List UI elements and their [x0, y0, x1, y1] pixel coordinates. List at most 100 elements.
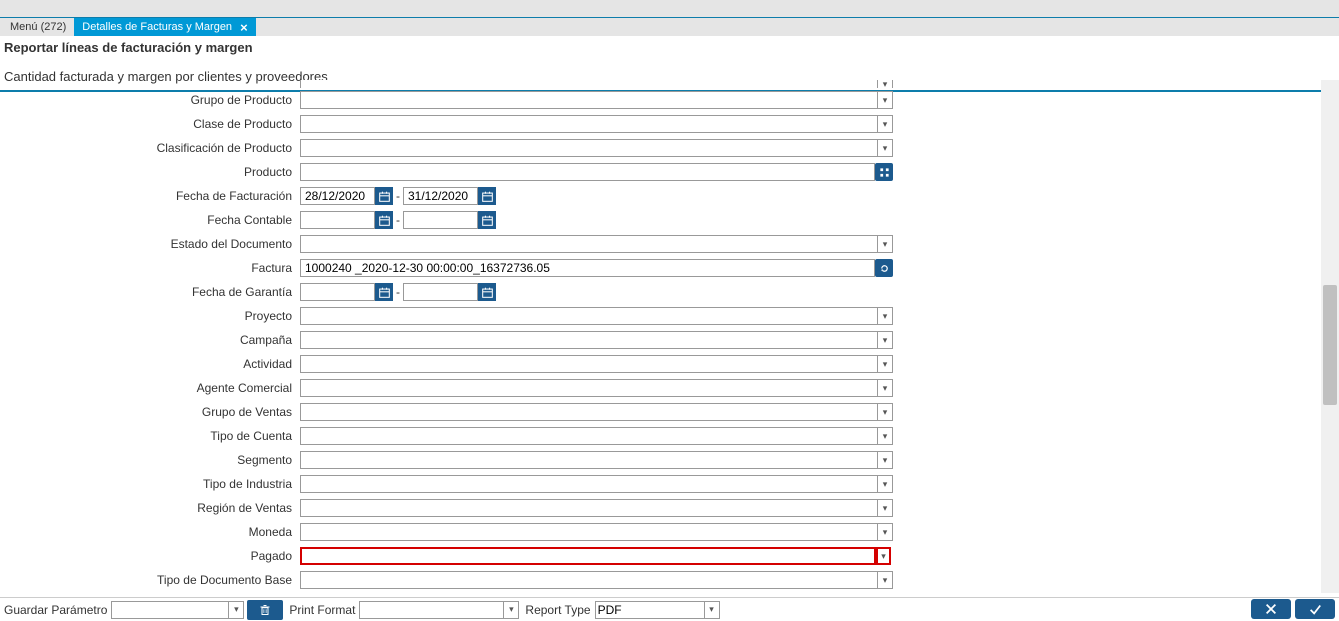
- chevron-down-icon[interactable]: ▾: [878, 91, 893, 109]
- label-campana: Campaña: [0, 333, 300, 347]
- cut-input[interactable]: [300, 80, 878, 88]
- chevron-down-icon[interactable]: ▾: [878, 80, 893, 88]
- chevron-down-icon[interactable]: ▾: [878, 427, 893, 445]
- calendar-icon[interactable]: [375, 283, 393, 301]
- row-segmento: Segmento ▾: [0, 448, 1315, 472]
- row-grupo-ventas: Grupo de Ventas ▾: [0, 400, 1315, 424]
- scroll-thumb[interactable]: [1323, 285, 1337, 405]
- label-producto: Producto: [0, 165, 300, 179]
- clase-producto-input[interactable]: [300, 115, 878, 133]
- chevron-down-icon[interactable]: ▾: [878, 451, 893, 469]
- row-fecha-facturacion: Fecha de Facturación -: [0, 184, 1315, 208]
- label-tipo-doc-base: Tipo de Documento Base: [0, 573, 300, 587]
- fecha-contable-to[interactable]: [403, 211, 478, 229]
- tab-strip: Menú (272) Detalles de Facturas y Margen…: [0, 18, 1339, 36]
- chevron-down-icon[interactable]: ▾: [878, 235, 893, 253]
- grupo-producto-input[interactable]: [300, 91, 878, 109]
- label-grupo-ventas: Grupo de Ventas: [0, 405, 300, 419]
- calendar-icon[interactable]: [478, 187, 496, 205]
- chevron-down-icon[interactable]: ▾: [878, 355, 893, 373]
- label-actividad: Actividad: [0, 357, 300, 371]
- estado-documento-input[interactable]: [300, 235, 878, 253]
- requery-icon[interactable]: [875, 259, 893, 277]
- label-fecha-contable: Fecha Contable: [0, 213, 300, 227]
- lookup-icon[interactable]: [875, 163, 893, 181]
- label-factura: Factura: [0, 261, 300, 275]
- fecha-factura-to[interactable]: [403, 187, 478, 205]
- calendar-icon[interactable]: [375, 187, 393, 205]
- chevron-down-icon[interactable]: ▾: [876, 547, 891, 565]
- close-icon[interactable]: ×: [240, 20, 248, 35]
- tab-menu[interactable]: Menú (272): [2, 18, 74, 36]
- form-area: ▾ Grupo de Producto ▾ Clase de Producto …: [0, 80, 1315, 593]
- row-factura: Factura: [0, 256, 1315, 280]
- chevron-down-icon[interactable]: ▾: [878, 331, 893, 349]
- row-region-ventas: Región de Ventas ▾: [0, 496, 1315, 520]
- row-producto: Producto: [0, 160, 1315, 184]
- row-clasificacion: Clasificación de Producto ▾: [0, 136, 1315, 160]
- trash-icon[interactable]: [247, 600, 283, 620]
- label-clase-producto: Clase de Producto: [0, 117, 300, 131]
- agente-input[interactable]: [300, 379, 878, 397]
- label-grupo-producto: Grupo de Producto: [0, 93, 300, 107]
- grupo-ventas-input[interactable]: [300, 403, 878, 421]
- fecha-garantia-from[interactable]: [300, 283, 375, 301]
- fecha-factura-from[interactable]: [300, 187, 375, 205]
- cancel-button[interactable]: [1251, 599, 1291, 619]
- label-moneda: Moneda: [0, 525, 300, 539]
- pagado-input[interactable]: [300, 547, 876, 565]
- label-region-ventas: Región de Ventas: [0, 501, 300, 515]
- chevron-down-icon[interactable]: ▾: [878, 307, 893, 325]
- range-dash: -: [396, 213, 400, 227]
- row-tipo-industria: Tipo de Industria ▾: [0, 472, 1315, 496]
- chevron-down-icon[interactable]: ▾: [878, 115, 893, 133]
- guardar-parametro-select[interactable]: [111, 601, 229, 619]
- print-format-select[interactable]: [359, 601, 504, 619]
- row-fecha-contable: Fecha Contable -: [0, 208, 1315, 232]
- row-tipo-cuenta: Tipo de Cuenta ▾: [0, 424, 1315, 448]
- producto-input[interactable]: [300, 163, 875, 181]
- tab-detalles-facturas[interactable]: Detalles de Facturas y Margen ×: [74, 18, 255, 36]
- calendar-icon[interactable]: [478, 211, 496, 229]
- chevron-down-icon[interactable]: ▾: [878, 139, 893, 157]
- chevron-down-icon[interactable]: ▾: [878, 499, 893, 517]
- cut-row: ▾: [0, 80, 1315, 88]
- chevron-down-icon[interactable]: ▾: [878, 475, 893, 493]
- moneda-input[interactable]: [300, 523, 878, 541]
- label-clasificacion: Clasificación de Producto: [0, 141, 300, 155]
- vertical-scrollbar[interactable]: [1321, 80, 1339, 593]
- row-grupo-producto: Grupo de Producto ▾: [0, 88, 1315, 112]
- ok-button[interactable]: [1295, 599, 1335, 619]
- report-type-select[interactable]: [595, 601, 705, 619]
- factura-input[interactable]: [300, 259, 875, 277]
- chevron-down-icon[interactable]: ▾: [878, 379, 893, 397]
- region-ventas-input[interactable]: [300, 499, 878, 517]
- chevron-down-icon[interactable]: ▾: [504, 601, 519, 619]
- actividad-input[interactable]: [300, 355, 878, 373]
- label-fecha-facturacion: Fecha de Facturación: [0, 189, 300, 203]
- segmento-input[interactable]: [300, 451, 878, 469]
- chevron-down-icon[interactable]: ▾: [878, 571, 893, 589]
- chevron-down-icon[interactable]: ▾: [878, 403, 893, 421]
- chevron-down-icon[interactable]: ▾: [705, 601, 720, 619]
- tipo-cuenta-input[interactable]: [300, 427, 878, 445]
- tipo-industria-input[interactable]: [300, 475, 878, 493]
- tipo-doc-base-input[interactable]: [300, 571, 878, 589]
- guardar-parametro-label: Guardar Parámetro: [4, 603, 107, 617]
- row-agente: Agente Comercial ▾: [0, 376, 1315, 400]
- clasificacion-input[interactable]: [300, 139, 878, 157]
- calendar-icon[interactable]: [375, 211, 393, 229]
- range-dash: -: [396, 189, 400, 203]
- fecha-garantia-to[interactable]: [403, 283, 478, 301]
- label-estado-documento: Estado del Documento: [0, 237, 300, 251]
- calendar-icon[interactable]: [478, 283, 496, 301]
- chevron-down-icon[interactable]: ▾: [229, 601, 244, 619]
- row-tipo-doc-base: Tipo de Documento Base ▾: [0, 568, 1315, 592]
- proyecto-input[interactable]: [300, 307, 878, 325]
- fecha-contable-from[interactable]: [300, 211, 375, 229]
- label-tipo-industria: Tipo de Industria: [0, 477, 300, 491]
- row-actividad: Actividad ▾: [0, 352, 1315, 376]
- campana-input[interactable]: [300, 331, 878, 349]
- tab-menu-label: Menú (272): [10, 21, 66, 33]
- chevron-down-icon[interactable]: ▾: [878, 523, 893, 541]
